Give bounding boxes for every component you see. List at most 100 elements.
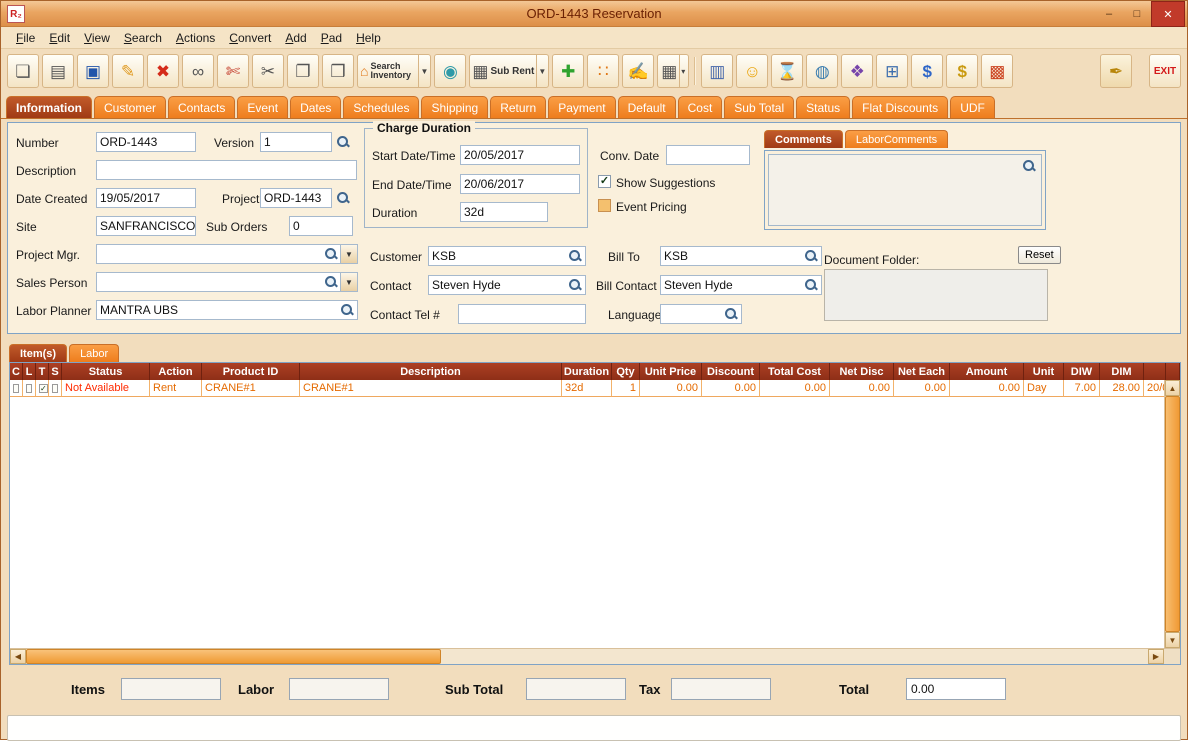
contact-search-icon[interactable]	[568, 278, 582, 292]
group-button[interactable]: ∷	[587, 54, 620, 88]
tab-default[interactable]: Default	[617, 96, 676, 118]
edit-pencil-button[interactable]: ✎	[112, 54, 144, 88]
customer-search-icon[interactable]	[568, 249, 582, 263]
start-date-field[interactable]: 20/05/2017	[460, 145, 580, 165]
find-binoculars-button[interactable]: ∞	[182, 54, 214, 88]
droplet-button[interactable]: ◉	[434, 54, 467, 88]
project-mgr-dropdown-icon[interactable]: ▼	[340, 245, 357, 263]
search-inventory-button[interactable]: ⌂ Search Inventory ▼	[357, 54, 432, 88]
grid-button[interactable]: ▦ ▾	[657, 54, 690, 88]
comments-search-icon[interactable]	[1022, 159, 1036, 173]
menu-actions[interactable]: Actions	[169, 29, 222, 47]
labor-planner-field[interactable]: MANTRA UBS	[96, 300, 358, 320]
tab-return[interactable]: Return	[490, 96, 547, 118]
horizontal-scrollbar[interactable]: ◀ ▶	[10, 648, 1180, 664]
tab-contacts[interactable]: Contacts	[168, 96, 236, 118]
scroll-left-icon[interactable]: ◀	[10, 649, 26, 664]
paste-button[interactable]: ❒	[322, 54, 354, 88]
row-checkbox-s[interactable]	[52, 383, 58, 393]
tab-schedules[interactable]: Schedules	[343, 96, 420, 118]
tab-shipping[interactable]: Shipping	[421, 96, 489, 118]
col-c[interactable]: C	[10, 363, 23, 380]
menu-edit[interactable]: Edit	[42, 29, 77, 47]
menu-help[interactable]: Help	[349, 29, 388, 47]
document-folder-box[interactable]	[824, 269, 1048, 321]
tab-customer[interactable]: Customer	[94, 96, 167, 118]
bill-to-search-icon[interactable]	[804, 249, 818, 263]
version-search-icon[interactable]	[336, 135, 350, 149]
col-status[interactable]: Status	[62, 363, 150, 380]
globe-disk-button[interactable]: ◍	[806, 54, 839, 88]
edit-note-button[interactable]: ✍	[622, 54, 655, 88]
delete-button[interactable]: ✖	[147, 54, 179, 88]
row-checkbox-l[interactable]	[26, 383, 32, 393]
col-amount[interactable]: Amount	[950, 363, 1024, 380]
customer-field[interactable]: KSB	[428, 246, 586, 266]
cubes-button[interactable]: ▩	[981, 54, 1014, 88]
col-net-each[interactable]: Net Each	[894, 363, 950, 380]
labor-total-field[interactable]	[289, 678, 389, 700]
col-action[interactable]: Action	[150, 363, 202, 380]
col-unit-price[interactable]: Unit Price	[640, 363, 702, 380]
col-qty[interactable]: Qty	[612, 363, 640, 380]
show-suggestions-checkbox[interactable]: ✓	[598, 175, 611, 188]
sub-total-field[interactable]	[526, 678, 626, 700]
books-button[interactable]: ❖	[841, 54, 874, 88]
items-total-field[interactable]	[121, 678, 221, 700]
date-created-field[interactable]: 19/05/2017	[96, 188, 196, 208]
scissors-button[interactable]: ✂	[252, 54, 284, 88]
tab-comments[interactable]: Comments	[764, 130, 843, 148]
tab-flat-discounts[interactable]: Flat Discounts	[852, 96, 949, 118]
col-discount[interactable]: Discount	[702, 363, 760, 380]
project-mgr-combo[interactable]: ▼	[96, 244, 358, 264]
menu-pad[interactable]: Pad	[314, 29, 349, 47]
col-dim[interactable]: DIM	[1100, 363, 1144, 380]
row-checkbox-t[interactable]: ✓	[39, 383, 48, 393]
menu-file[interactable]: File	[9, 29, 42, 47]
horizontal-scroll-thumb[interactable]	[26, 649, 441, 664]
money-button[interactable]: $	[946, 54, 979, 88]
duration-field[interactable]: 32d	[460, 202, 548, 222]
menu-convert[interactable]: Convert	[222, 29, 278, 47]
sales-person-search-icon[interactable]	[324, 275, 338, 289]
tab-information[interactable]: Information	[6, 96, 92, 118]
search-inventory-dropdown-icon[interactable]: ▼	[418, 55, 428, 87]
cut-document-button[interactable]: ✄	[217, 54, 249, 88]
site-field[interactable]: SANFRANCISCO	[96, 216, 196, 236]
menu-search[interactable]: Search	[117, 29, 169, 47]
tab-sub-total[interactable]: Sub Total	[724, 96, 795, 118]
save-button[interactable]: ▣	[77, 54, 109, 88]
tab-status[interactable]: Status	[796, 96, 851, 118]
tab-payment[interactable]: Payment	[548, 96, 616, 118]
close-button[interactable]: ✕	[1151, 1, 1185, 27]
dollar-transfer-button[interactable]: $	[911, 54, 944, 88]
tab-dates[interactable]: Dates	[290, 96, 342, 118]
copy-button[interactable]: ❐	[287, 54, 319, 88]
new-document-button[interactable]: ❏	[7, 54, 39, 88]
event-pricing-checkbox[interactable]	[598, 199, 611, 212]
col-unit[interactable]: Unit	[1024, 363, 1064, 380]
tab-items[interactable]: Item(s)	[9, 344, 68, 362]
add-button[interactable]: ✚	[552, 54, 585, 88]
comments-textarea[interactable]	[768, 154, 1042, 226]
table-edit-button[interactable]: ⊞	[876, 54, 909, 88]
col-l[interactable]: L	[23, 363, 36, 380]
reset-button[interactable]: Reset	[1018, 246, 1061, 264]
smiley-button[interactable]: ☺	[736, 54, 769, 88]
grand-total-field[interactable]: 0.00	[906, 678, 1006, 700]
sub-rent-button[interactable]: ▦ Sub Rent ▼	[469, 54, 550, 88]
table-row[interactable]: ✓ Not Available Rent CRANE#1 CRANE#1 32d…	[10, 380, 1164, 397]
col-extra[interactable]	[1144, 363, 1166, 380]
project-mgr-search-icon[interactable]	[324, 247, 338, 261]
sales-person-dropdown-icon[interactable]: ▼	[340, 273, 357, 291]
tab-cost[interactable]: Cost	[677, 96, 723, 118]
menu-add[interactable]: Add	[278, 29, 313, 47]
col-duration[interactable]: Duration	[562, 363, 612, 380]
bill-to-field[interactable]: KSB	[660, 246, 822, 266]
minimize-button[interactable]: –	[1095, 1, 1123, 27]
end-date-field[interactable]: 20/06/2017	[460, 174, 580, 194]
tab-labor[interactable]: Labor	[69, 344, 120, 362]
tab-event[interactable]: Event	[237, 96, 289, 118]
version-field[interactable]: 1	[260, 132, 332, 152]
tax-field[interactable]	[671, 678, 771, 700]
